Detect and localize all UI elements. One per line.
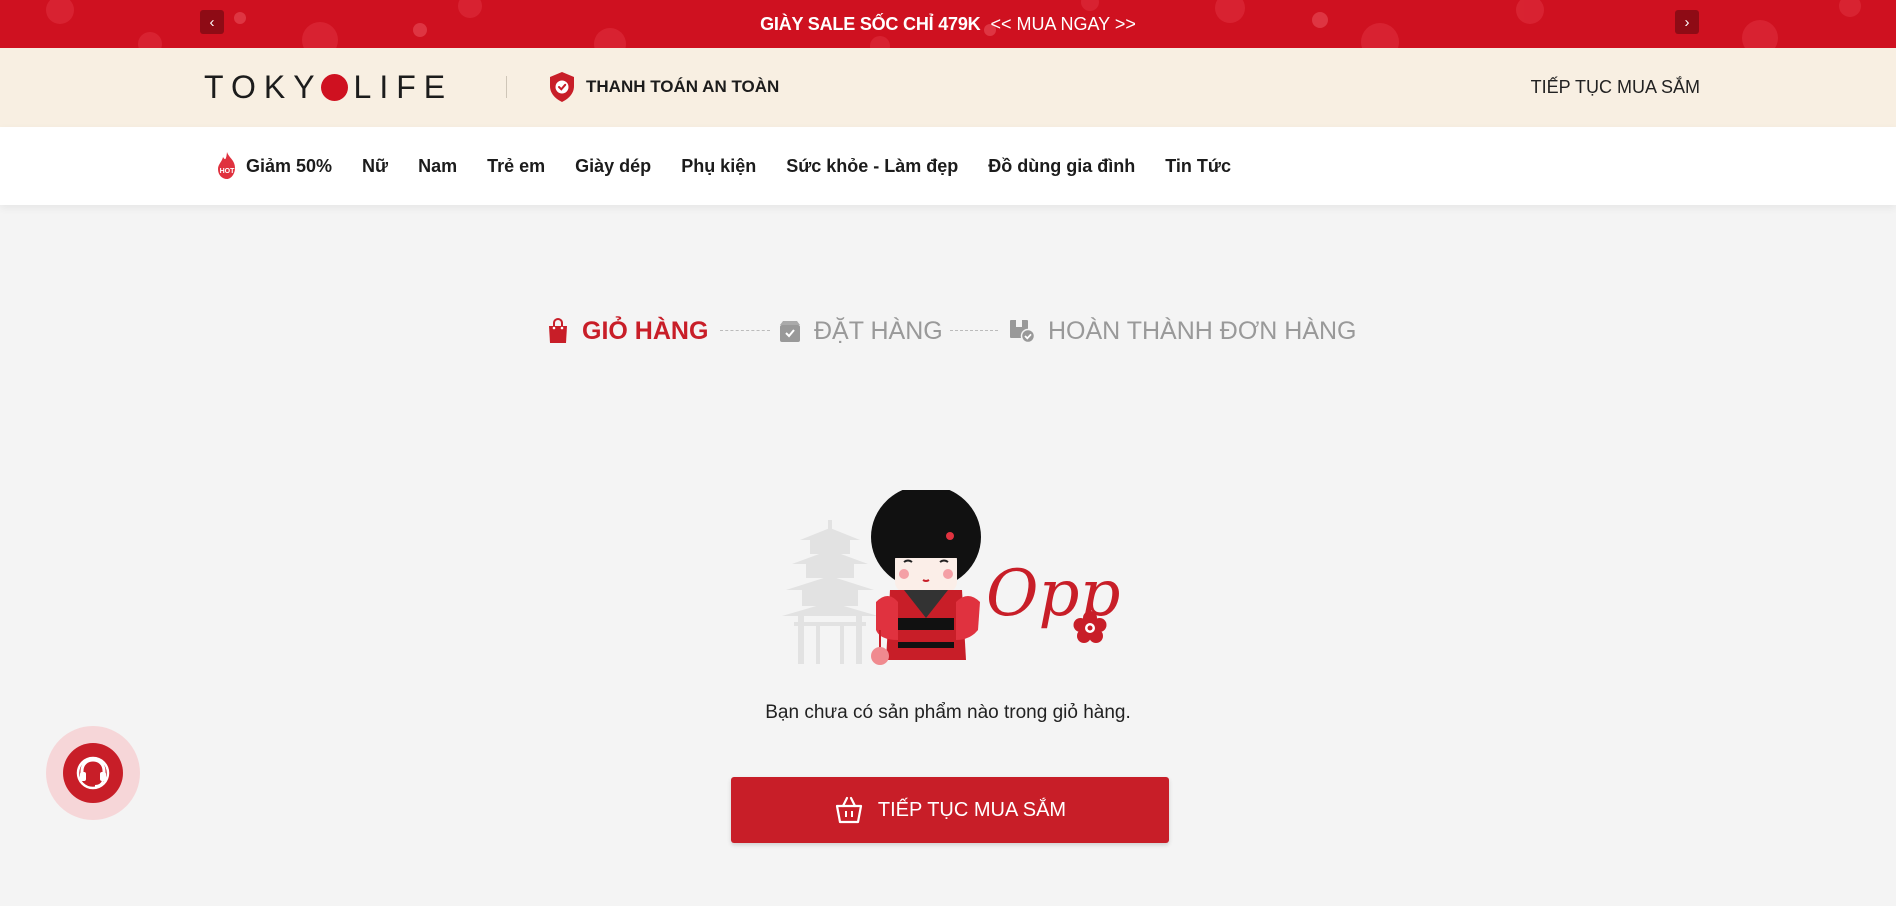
promo-cta[interactable]: << MUA NGAY >> xyxy=(990,14,1135,35)
step-cart[interactable]: GIỎ HÀNG xyxy=(546,310,708,352)
empty-cart-message: Bạn chưa có sản phẩm nào trong giỏ hàng. xyxy=(765,702,1131,723)
logo-text-left: TOKY xyxy=(204,68,323,105)
nav-item-news[interactable]: Tin Tức xyxy=(1165,156,1231,177)
step-connector xyxy=(950,330,998,331)
continue-shopping-button[interactable]: TIẾP TỤC MUA SẮM xyxy=(731,777,1169,843)
tokyolife-logo[interactable]: TOKY LIFE xyxy=(204,68,454,105)
promo-headline: GIÀY SALE SỐC CHỈ 479K xyxy=(760,13,981,34)
checkout-steps: GIỎ HÀNG ĐẶT HÀNG HOÀN THÀNH ĐƠN HÀNG xyxy=(0,310,1896,352)
package-check-icon xyxy=(1010,320,1036,344)
step-complete-label: HOÀN THÀNH ĐƠN HÀNG xyxy=(1048,316,1357,345)
empty-cart-illustration: Opp! xyxy=(782,490,1120,665)
kokeshi-doll xyxy=(871,490,981,665)
logo-red-dot xyxy=(320,73,348,101)
shield-check-icon xyxy=(550,72,574,102)
shopping-bag-icon xyxy=(549,318,567,343)
promo-bar: ‹ GIÀY SALE SỐC CHỈ 479K << MUA NGAY >> … xyxy=(0,0,1896,48)
nav-item-women[interactable]: Nữ xyxy=(362,156,388,177)
step-connector xyxy=(720,330,770,331)
logo-text-right: LIFE xyxy=(353,68,454,105)
box-icon xyxy=(780,321,800,342)
site-header: TOKY LIFE THANH TOÁN AN TOÀN TIẾP TỤC MU… xyxy=(0,48,1896,127)
nav-item-accessories[interactable]: Phụ kiện xyxy=(681,156,756,177)
support-inner xyxy=(63,743,123,803)
continue-shopping-link[interactable]: TIẾP TỤC MUA SẮM xyxy=(1531,70,1700,104)
support-chat-button[interactable] xyxy=(46,726,140,820)
secure-payment-label: THANH TOÁN AN TOÀN xyxy=(586,77,780,96)
pagoda-icon xyxy=(782,520,878,664)
promo-text[interactable]: GIÀY SALE SỐC CHỈ 479K << MUA NGAY >> xyxy=(0,0,1896,48)
nav-item-men[interactable]: Nam xyxy=(418,156,457,177)
nav-item-health-beauty[interactable]: Sức khỏe - Làm đẹp xyxy=(786,156,958,177)
step-order[interactable]: ĐẶT HÀNG xyxy=(778,310,943,352)
promo-next-button[interactable]: › xyxy=(1675,10,1699,34)
nav-item-sale[interactable]: HOT Giảm 50% xyxy=(214,151,332,181)
basket-icon xyxy=(835,796,863,824)
nav-item-household[interactable]: Đồ dùng gia đình xyxy=(988,156,1135,177)
step-complete[interactable]: HOÀN THÀNH ĐƠN HÀNG xyxy=(1008,310,1357,352)
continue-shopping-button-label: TIẾP TỤC MUA SẮM xyxy=(877,798,1067,821)
main-nav: HOT Giảm 50% Nữ Nam Trẻ em Giày dép Phụ … xyxy=(0,127,1896,205)
nav-item-shoes[interactable]: Giày dép xyxy=(575,156,651,177)
hot-flame-icon: HOT xyxy=(218,152,236,179)
svg-text:HOT: HOT xyxy=(220,168,236,175)
nav-label-sale: Giảm 50% xyxy=(246,155,333,176)
nav-item-kids[interactable]: Trẻ em xyxy=(487,156,545,177)
step-order-label: ĐẶT HÀNG xyxy=(814,316,943,345)
header-divider xyxy=(506,76,507,98)
secure-payment-badge: THANH TOÁN AN TOÀN xyxy=(548,70,779,104)
step-cart-label: GIỎ HÀNG xyxy=(582,316,709,345)
chevron-right-icon: › xyxy=(1684,13,1690,31)
headset-icon xyxy=(76,756,110,790)
